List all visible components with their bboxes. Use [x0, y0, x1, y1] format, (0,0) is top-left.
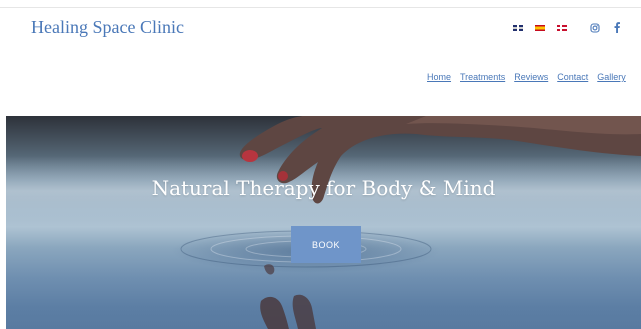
book-button[interactable]: BOOK [291, 226, 361, 263]
language-switcher [513, 25, 567, 31]
main-nav: Home Treatments Reviews Contact Gallery [427, 72, 626, 82]
nav-home[interactable]: Home [427, 72, 451, 82]
instagram-icon[interactable] [590, 22, 600, 33]
top-divider [0, 7, 641, 8]
nav-treatments[interactable]: Treatments [460, 72, 505, 82]
spanish-flag-icon[interactable] [535, 25, 545, 31]
danish-flag-icon[interactable] [557, 25, 567, 31]
social-links [590, 22, 620, 33]
hero-background-image [6, 116, 641, 329]
english-flag-icon[interactable] [513, 25, 523, 31]
nav-gallery[interactable]: Gallery [597, 72, 626, 82]
facebook-icon[interactable] [614, 22, 620, 33]
nav-reviews[interactable]: Reviews [514, 72, 548, 82]
hero-title: Natural Therapy for Body & Mind [151, 176, 496, 200]
hero-banner: Natural Therapy for Body & Mind BOOK [6, 116, 641, 329]
site-title[interactable]: Healing Space Clinic [31, 17, 184, 38]
nav-contact[interactable]: Contact [557, 72, 588, 82]
